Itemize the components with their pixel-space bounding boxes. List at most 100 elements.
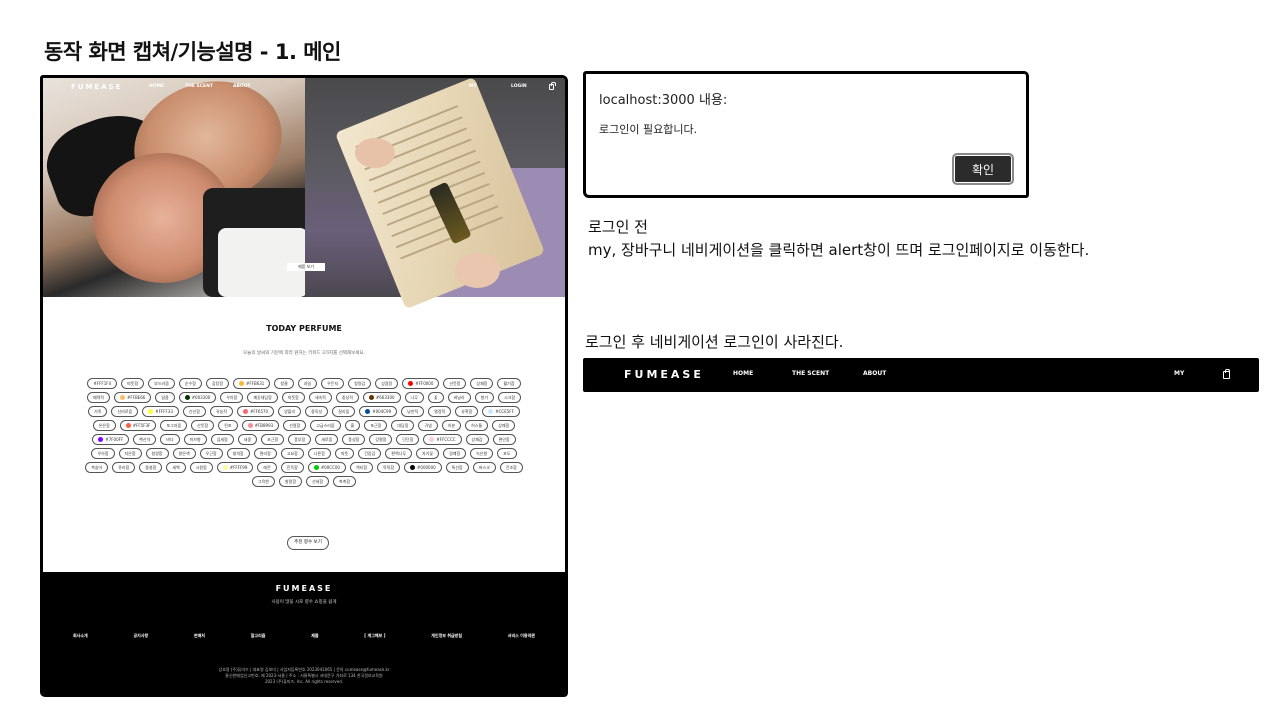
keyword-chip[interactable]: 건장감 bbox=[358, 448, 382, 459]
footer-link[interactable]: [ 계그해보 ] bbox=[364, 633, 385, 639]
keyword-chip[interactable]: #FF6570 bbox=[236, 406, 275, 417]
keyword-chip[interactable]: 상쾌함 bbox=[470, 378, 494, 389]
nav-home[interactable]: HOME bbox=[149, 84, 164, 89]
keyword-chip[interactable]: 고요함 bbox=[280, 448, 304, 459]
keyword-chip[interactable]: 창의함 bbox=[226, 448, 250, 459]
keyword-chip[interactable]: 건조함 bbox=[499, 462, 523, 473]
keyword-chip[interactable]: 세백 bbox=[166, 462, 186, 473]
keyword-chip[interactable]: #004C99 bbox=[359, 406, 398, 417]
keyword-chip[interactable]: 포근함 bbox=[261, 434, 285, 445]
keyword-chip[interactable]: 귀엽 bbox=[418, 420, 438, 431]
keyword-chip[interactable]: 부드러움 bbox=[148, 378, 175, 389]
keyword-chip[interactable]: 매력적 bbox=[86, 392, 110, 403]
keyword-chip[interactable]: 우아함 bbox=[220, 392, 244, 403]
keyword-chip[interactable]: 선세함 bbox=[306, 476, 330, 487]
keyword-chip[interactable]: 청결 bbox=[274, 378, 294, 389]
keyword-chip[interactable]: #000000 bbox=[404, 462, 442, 473]
footer-link[interactable]: 개인정보 취급방침 bbox=[431, 633, 462, 639]
keyword-chip[interactable]: 특선함 bbox=[445, 462, 469, 473]
navbar-logo[interactable]: FUMEASE bbox=[624, 368, 704, 381]
keyword-chip[interactable]: 풍성함 bbox=[342, 434, 366, 445]
keyword-chip[interactable]: 산뜻함 bbox=[191, 420, 215, 431]
keyword-chip[interactable]: 맑은색 bbox=[172, 448, 196, 459]
keyword-chip[interactable]: #CCE5FF bbox=[482, 406, 520, 417]
keyword-chip[interactable]: 강렬함 bbox=[369, 434, 393, 445]
keyword-chip[interactable]: 유혹함 bbox=[455, 406, 479, 417]
keyword-chip[interactable]: 햇산석 bbox=[133, 434, 157, 445]
keyword-chip[interactable]: 단단함 bbox=[396, 434, 420, 445]
keyword-chip[interactable]: 섬세함 bbox=[210, 434, 234, 445]
keyword-chip[interactable]: 된포 bbox=[218, 420, 238, 431]
keyword-chip[interactable]: 청량함 bbox=[145, 448, 169, 459]
keyword-chip[interactable]: 세속적 bbox=[308, 392, 332, 403]
keyword-chip[interactable]: 그윽한 bbox=[251, 476, 275, 487]
keyword-chip[interactable]: #663300 bbox=[362, 392, 401, 403]
keyword-chip[interactable]: 열정적 bbox=[428, 406, 452, 417]
footer-link[interactable]: 서비스 이용약관 bbox=[508, 633, 535, 639]
keyword-chip[interactable]: 우아함 bbox=[91, 448, 115, 459]
keyword-chip[interactable]: 대담함 bbox=[391, 420, 415, 431]
keyword-chip[interactable]: 순수함 bbox=[178, 378, 202, 389]
keyword-chip[interactable]: 새로움 bbox=[315, 434, 339, 445]
keyword-chip[interactable]: #00CC00 bbox=[307, 462, 346, 473]
keyword-chip[interactable]: #FFFF33 bbox=[142, 406, 179, 417]
keyword-chip[interactable]: #FFB631 bbox=[233, 378, 271, 389]
keyword-chip[interactable]: 발랄함 bbox=[278, 476, 302, 487]
keyword-chip[interactable]: 상큼함 bbox=[375, 378, 399, 389]
keyword-chip[interactable]: 액티함 bbox=[349, 462, 373, 473]
keyword-chip[interactable]: 새콤 bbox=[237, 434, 258, 445]
keyword-chip[interactable]: 편안함 bbox=[492, 434, 516, 445]
keyword-chip[interactable]: 온은함 bbox=[92, 420, 116, 431]
keyword-chip[interactable]: 활기참 bbox=[497, 378, 521, 389]
keyword-chip[interactable]: 감탕함 bbox=[205, 378, 229, 389]
alert-ok-button[interactable]: 확인 bbox=[952, 153, 1014, 185]
footer-link[interactable]: 판매처 bbox=[194, 633, 205, 639]
keyword-chip[interactable]: 풍부함 bbox=[288, 434, 312, 445]
navbar-about[interactable]: ABOUT bbox=[863, 370, 886, 377]
footer-link[interactable]: 알고리즘 bbox=[251, 633, 266, 639]
keyword-chip[interactable]: 귀농적 bbox=[209, 406, 233, 417]
keyword-chip[interactable]: 청량감 bbox=[348, 378, 372, 389]
nav-my[interactable]: MY bbox=[469, 84, 477, 89]
keyword-chip[interactable]: 복숭아 bbox=[85, 462, 109, 473]
keyword-chip[interactable]: 따뜻 bbox=[334, 448, 355, 459]
hero-view-product-button[interactable]: 제품 보기 bbox=[287, 263, 325, 271]
keyword-chip[interactable]: #FB8993 bbox=[241, 420, 280, 431]
keyword-chip[interactable]: 선명함 bbox=[283, 420, 307, 431]
keyword-chip[interactable]: 시원함 bbox=[189, 462, 213, 473]
keyword-chip[interactable]: 상쾌감 bbox=[465, 434, 489, 445]
keyword-chip[interactable]: 양불리 bbox=[278, 406, 302, 417]
keyword-chip[interactable]: 쥬라함 bbox=[112, 462, 136, 473]
keyword-chip[interactable]: 시크함 bbox=[498, 392, 522, 403]
keyword-chip[interactable]: 과일 bbox=[297, 378, 318, 389]
keyword-chip[interactable]: 편백나무 bbox=[385, 448, 413, 459]
keyword-chip[interactable]: #FF5F3F bbox=[119, 420, 157, 431]
keyword-chip[interactable]: 자기꽃 bbox=[416, 448, 440, 459]
navbar-home[interactable]: HOME bbox=[733, 370, 753, 377]
nav-about[interactable]: ABOUT bbox=[233, 84, 250, 89]
keyword-chip[interactable]: 촉촉함 bbox=[333, 476, 357, 487]
keyword-chip[interactable]: 레몬 bbox=[257, 462, 277, 473]
keyword-chip[interactable]: 포근함 bbox=[364, 420, 388, 431]
keyword-chip[interactable]: 편리함 bbox=[253, 448, 277, 459]
keyword-chip[interactable]: 신선함 bbox=[182, 406, 206, 417]
keyword-chip[interactable]: 진득함 bbox=[280, 462, 304, 473]
keyword-chip[interactable]: 머스크 bbox=[472, 462, 496, 473]
keyword-chip[interactable]: 경쾌함 bbox=[443, 448, 467, 459]
keyword-chip[interactable]: 허스툼 bbox=[465, 420, 489, 431]
footer-link[interactable]: 공지사항 bbox=[133, 633, 148, 639]
nav-login[interactable]: LOGIN bbox=[511, 84, 527, 89]
keyword-chip[interactable]: 나른함 bbox=[307, 448, 331, 459]
keyword-chip[interactable]: 따뜻함 bbox=[281, 392, 305, 403]
keyword-chip[interactable]: 우든지 bbox=[321, 378, 345, 389]
keyword-chip[interactable]: 가족 bbox=[88, 406, 108, 417]
keyword-chip[interactable]: 달콤 bbox=[155, 392, 175, 403]
shopping-bag-icon[interactable] bbox=[549, 82, 556, 90]
nav-the-scent[interactable]: THE SCENT bbox=[185, 84, 213, 89]
keyword-chip[interactable]: 흙 bbox=[344, 420, 361, 431]
navbar-the-scent[interactable]: THE SCENT bbox=[792, 370, 829, 377]
keyword-chip[interactable]: 허브향 bbox=[183, 434, 207, 445]
keyword-chip[interactable]: 고급스러움 bbox=[310, 420, 341, 431]
keyword-chip[interactable]: 상쾌함 bbox=[492, 420, 516, 431]
keyword-chip[interactable]: 질리움 bbox=[332, 406, 356, 417]
